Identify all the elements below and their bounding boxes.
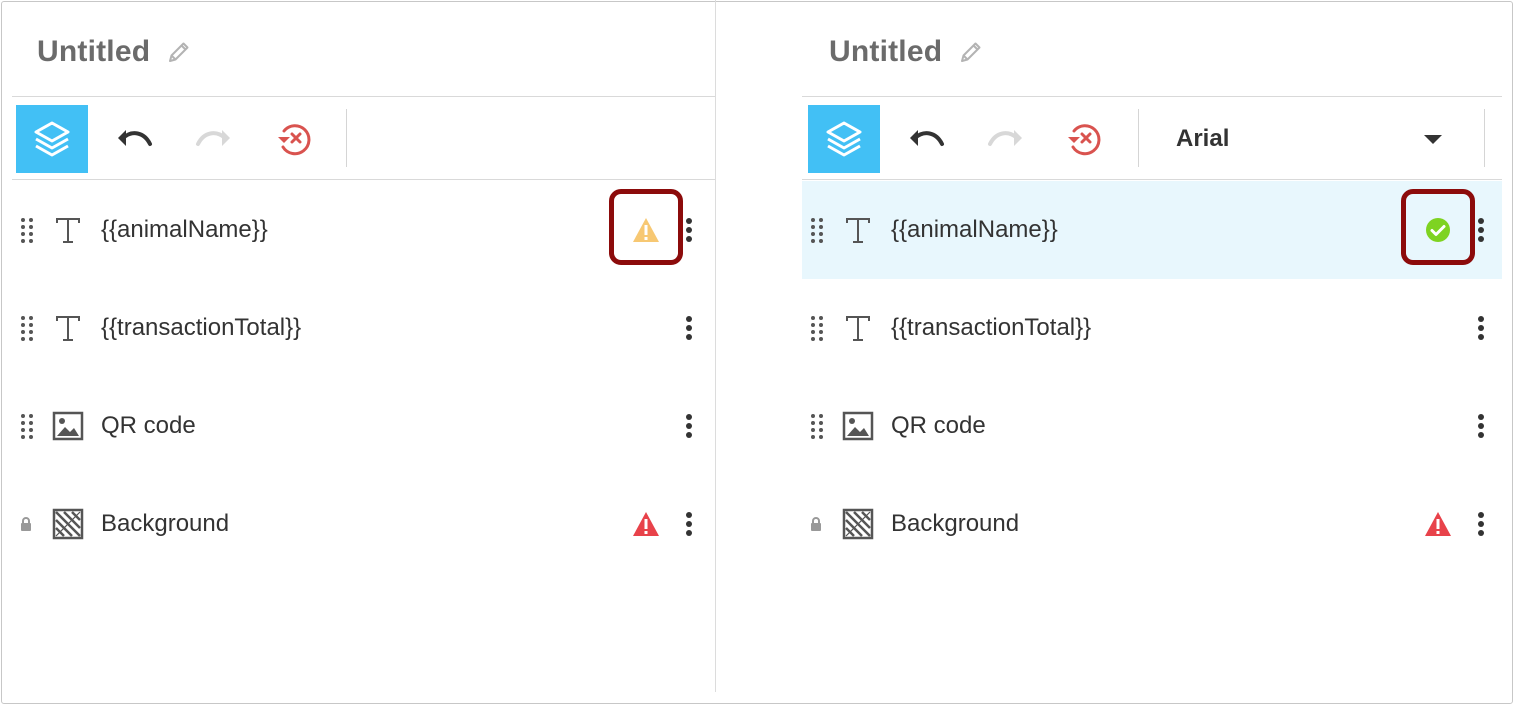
layer-label: {{animalName}} xyxy=(891,216,1058,243)
redo-button[interactable] xyxy=(970,105,1042,173)
more-options-icon[interactable] xyxy=(681,411,697,441)
editor-panel-right: Untitled Arial {{animalName}} {{transact… xyxy=(802,0,1502,692)
pencil-icon[interactable] xyxy=(958,39,984,65)
highlight-box xyxy=(1401,189,1475,265)
image-type-icon xyxy=(842,410,874,442)
layer-row[interactable]: {{animalName}} xyxy=(12,181,715,279)
layer-row[interactable]: {{transactionTotal}} xyxy=(802,279,1502,377)
revert-icon xyxy=(1068,124,1101,156)
document-title: Untitled xyxy=(37,35,151,68)
title-row: Untitled xyxy=(829,30,984,74)
layer-label: {{animalName}} xyxy=(101,216,268,243)
layer-row[interactable]: Background xyxy=(802,475,1502,573)
drag-handle-icon[interactable] xyxy=(20,315,34,341)
background-type-icon xyxy=(52,508,84,540)
layers-icon xyxy=(34,121,70,157)
undo-icon xyxy=(910,130,944,146)
drag-handle-icon[interactable] xyxy=(810,413,824,439)
redo-button[interactable] xyxy=(178,105,250,173)
revert-button[interactable] xyxy=(1048,105,1120,173)
drag-handle-icon[interactable] xyxy=(20,413,34,439)
toolbar: Arial xyxy=(802,96,1502,180)
document-title: Untitled xyxy=(829,35,943,68)
error-icon xyxy=(632,510,660,538)
drag-handle-icon[interactable] xyxy=(810,315,824,341)
text-type-icon xyxy=(52,214,84,246)
more-options-icon[interactable] xyxy=(681,509,697,539)
drag-handle-icon[interactable] xyxy=(810,217,824,243)
layer-label: Background xyxy=(891,510,1020,537)
background-type-icon xyxy=(842,508,874,540)
toolbar-divider xyxy=(1138,109,1139,167)
more-options-icon[interactable] xyxy=(1473,313,1489,343)
layer-label: {{transactionTotal}} xyxy=(101,314,302,341)
layer-label: QR code xyxy=(891,412,986,439)
text-type-icon xyxy=(842,312,874,344)
font-family-select[interactable]: Arial xyxy=(1158,105,1458,173)
layer-label: QR code xyxy=(101,412,196,439)
layer-row[interactable]: QR code xyxy=(12,377,715,475)
text-type-icon xyxy=(52,312,84,344)
layer-row[interactable]: QR code xyxy=(802,377,1502,475)
drag-handle-icon[interactable] xyxy=(20,217,34,243)
toolbar-divider xyxy=(1484,109,1485,167)
redo-icon xyxy=(196,130,230,146)
image-type-icon xyxy=(52,410,84,442)
layer-label: {{transactionTotal}} xyxy=(891,314,1092,341)
more-options-icon[interactable] xyxy=(1473,215,1489,245)
redo-icon xyxy=(988,130,1022,146)
caret-down-icon xyxy=(1424,134,1442,144)
more-options-icon[interactable] xyxy=(681,215,697,245)
layer-label: Background xyxy=(101,510,230,537)
editor-panel-left: Untitled {{animalName}} {{transactionTot… xyxy=(12,0,716,692)
pencil-icon[interactable] xyxy=(166,39,192,65)
lock-icon xyxy=(809,516,823,532)
undo-icon xyxy=(118,130,152,146)
more-options-icon[interactable] xyxy=(1473,509,1489,539)
text-type-icon xyxy=(842,214,874,246)
revert-icon xyxy=(278,124,311,156)
layer-row-selected[interactable]: {{animalName}} xyxy=(802,181,1502,279)
title-row: Untitled xyxy=(37,30,192,74)
lock-icon xyxy=(19,516,33,532)
layer-row[interactable]: {{transactionTotal}} xyxy=(12,279,715,377)
font-family-value: Arial xyxy=(1176,125,1230,152)
error-icon xyxy=(1424,510,1452,538)
undo-button[interactable] xyxy=(98,105,170,173)
highlight-box xyxy=(609,189,683,265)
toolbar xyxy=(12,96,715,180)
more-options-icon[interactable] xyxy=(681,313,697,343)
toolbar-divider xyxy=(346,109,347,167)
layers-icon xyxy=(826,121,862,157)
layers-button[interactable] xyxy=(808,105,880,173)
layers-button[interactable] xyxy=(16,105,88,173)
more-options-icon[interactable] xyxy=(1473,411,1489,441)
layer-row[interactable]: Background xyxy=(12,475,715,573)
undo-button[interactable] xyxy=(890,105,962,173)
revert-button[interactable] xyxy=(258,105,330,173)
